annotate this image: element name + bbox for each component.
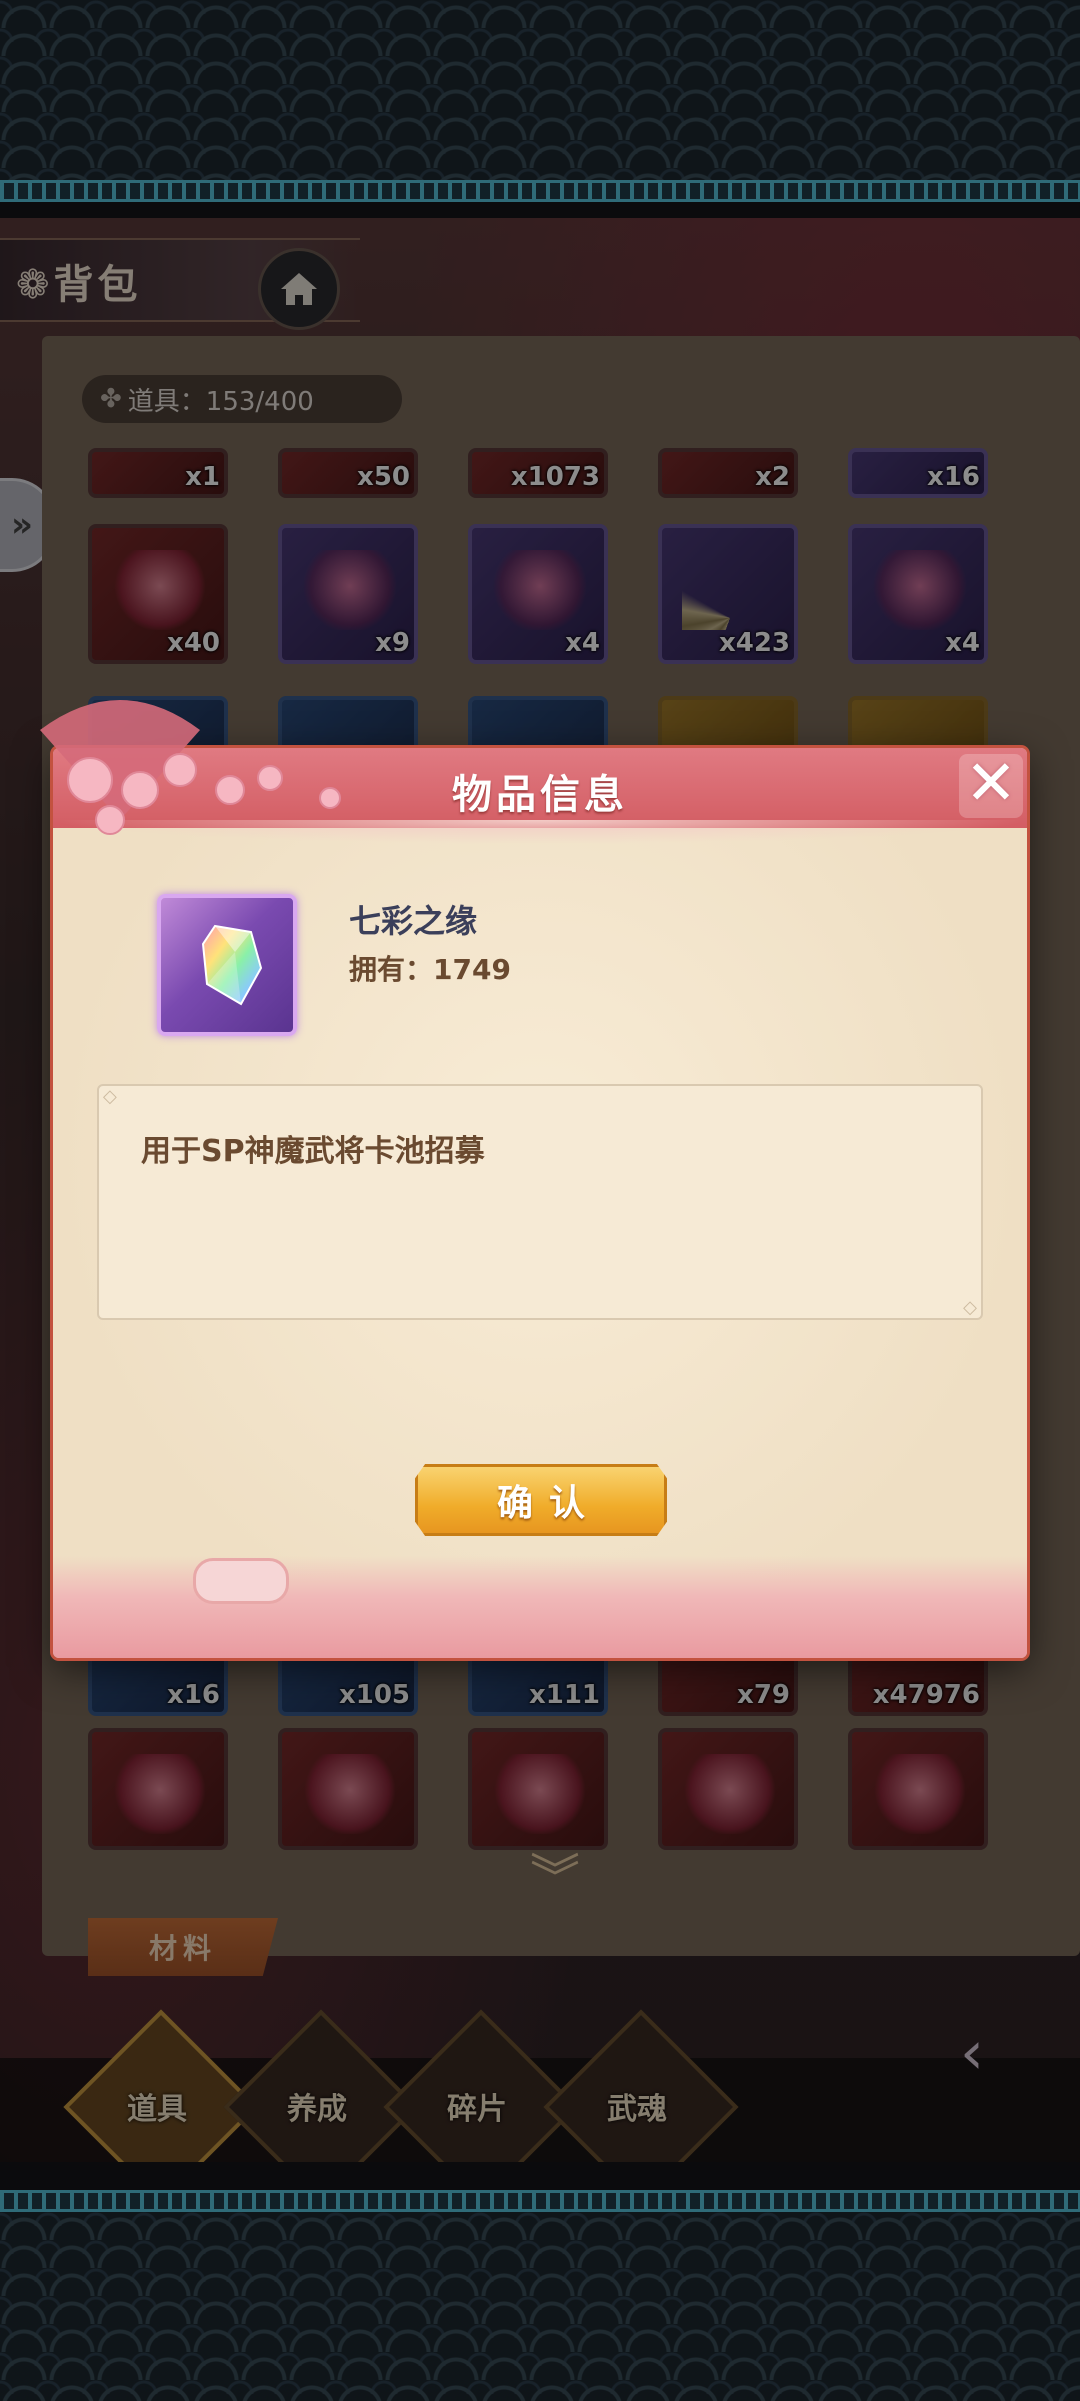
confirm-button-label: 确认: [496, 1483, 601, 1524]
item-owned-count: 拥有：1749: [349, 953, 511, 986]
item-icon: [157, 894, 297, 1036]
rainbow-gem-icon: [201, 924, 263, 1006]
item-description: 用于SP神魔武将卡池招募: [141, 1134, 485, 1169]
bottom-fret-border: [0, 2190, 1080, 2212]
close-icon: ✕: [965, 748, 1017, 819]
bottom-decorative-band: [0, 2212, 1080, 2401]
description-box: 用于SP神魔武将卡池招募: [97, 1084, 983, 1320]
top-fret-border: [0, 180, 1080, 202]
item-info-dialog: 物品信息 ✕ 七彩之缘 拥有：1749 用于SP神魔武将卡池招募 确认: [53, 748, 1027, 1658]
top-decorative-band: [0, 0, 1080, 182]
confirm-button[interactable]: 确认: [415, 1464, 667, 1536]
item-name: 七彩之缘: [349, 902, 478, 940]
cherry-blossom-decoration: [40, 700, 341, 835]
cloud-ornament: [193, 1558, 289, 1604]
close-button[interactable]: ✕: [959, 752, 1023, 818]
